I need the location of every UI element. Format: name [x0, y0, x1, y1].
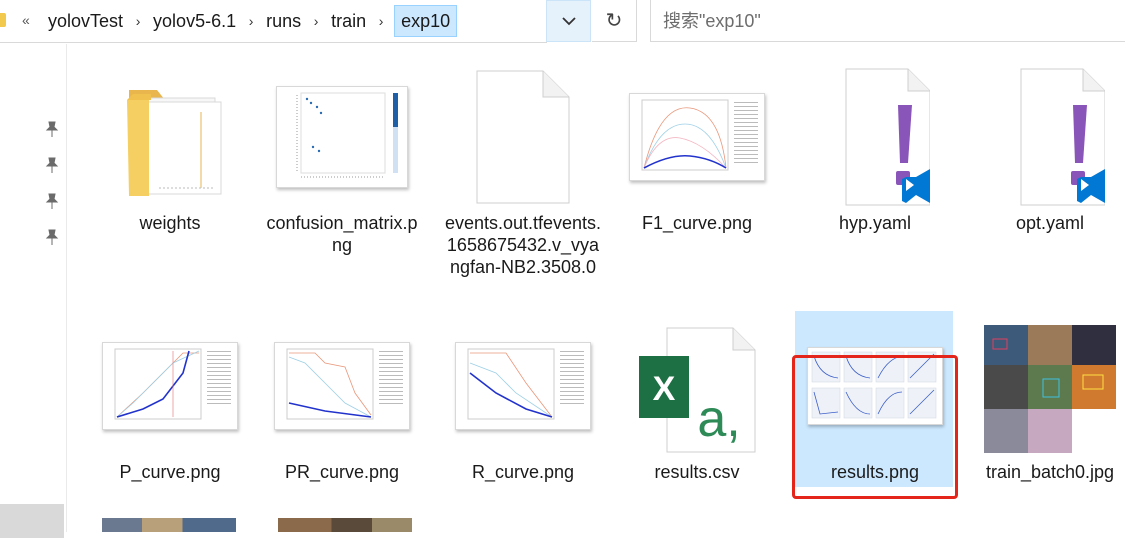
file-name: weights — [139, 213, 201, 233]
pin-icon[interactable] — [44, 228, 60, 246]
image-thumbnail — [90, 311, 250, 461]
file-name: PR_curve.png — [284, 462, 400, 482]
chevron-down-icon — [561, 17, 576, 26]
file-name: events.out.tfevents.1658675432.v_vyangfa… — [444, 213, 602, 277]
chevron-right-icon[interactable]: › — [240, 13, 262, 29]
pin-icon[interactable] — [44, 156, 60, 174]
yaml-file-icon — [970, 62, 1125, 212]
breadcrumb-item-train[interactable]: train — [327, 8, 370, 34]
refresh-button[interactable]: ↻ — [592, 0, 637, 42]
address-bar[interactable]: « yolovTest › yolov5-6.1 › runs › train … — [0, 0, 547, 43]
pin-icon[interactable] — [44, 120, 60, 138]
file-name: results.csv — [654, 462, 740, 482]
refresh-icon: ↻ — [605, 10, 623, 32]
file-name: R_curve.png — [471, 462, 575, 482]
excel-csv-icon: X a, — [617, 311, 777, 461]
image-thumbnail — [617, 62, 777, 212]
search-box[interactable] — [650, 0, 1125, 42]
navigation-pane — [0, 44, 67, 538]
file-name: hyp.yaml — [838, 213, 912, 233]
image-thumbnail[interactable] — [278, 518, 412, 532]
nav-item-selected[interactable] — [0, 504, 64, 538]
file-name: F1_curve.png — [641, 213, 753, 233]
chevron-right-icon[interactable]: › — [127, 13, 149, 29]
highlight-annotation-box — [792, 355, 958, 499]
search-input[interactable] — [661, 0, 1105, 42]
folder-icon — [0, 13, 6, 27]
image-thumbnail — [262, 62, 422, 212]
address-toolbar: « yolovTest › yolov5-6.1 › runs › train … — [0, 0, 1125, 44]
breadcrumb-item-exp10[interactable]: exp10 — [394, 5, 458, 37]
file-name: train_batch0.jpg — [985, 462, 1115, 482]
svg-text:X: X — [653, 370, 676, 408]
image-thumbnail — [970, 311, 1125, 461]
breadcrumb-overflow-button[interactable]: « — [22, 12, 30, 28]
folder-icon — [90, 62, 250, 212]
file-name: P_curve.png — [119, 462, 221, 482]
chevron-right-icon[interactable]: › — [370, 13, 392, 29]
breadcrumb: yolovTest › yolov5-6.1 › runs › train › … — [44, 5, 458, 37]
svg-text:a,: a, — [697, 390, 740, 448]
file-name: confusion_matrix.png — [266, 213, 418, 255]
breadcrumb-item-runs[interactable]: runs — [262, 8, 305, 34]
file-icon — [443, 62, 603, 212]
image-thumbnail[interactable] — [102, 518, 236, 532]
yaml-file-icon — [795, 62, 955, 212]
image-thumbnail — [262, 311, 422, 461]
chevron-right-icon[interactable]: › — [305, 13, 327, 29]
file-name: opt.yaml — [1015, 213, 1085, 233]
pin-icon[interactable] — [44, 192, 60, 210]
image-thumbnail — [443, 311, 603, 461]
breadcrumb-item-yolovtest[interactable]: yolovTest — [44, 8, 127, 34]
breadcrumb-item-yolov5[interactable]: yolov5-6.1 — [149, 8, 240, 34]
address-history-dropdown-button[interactable] — [546, 0, 591, 42]
